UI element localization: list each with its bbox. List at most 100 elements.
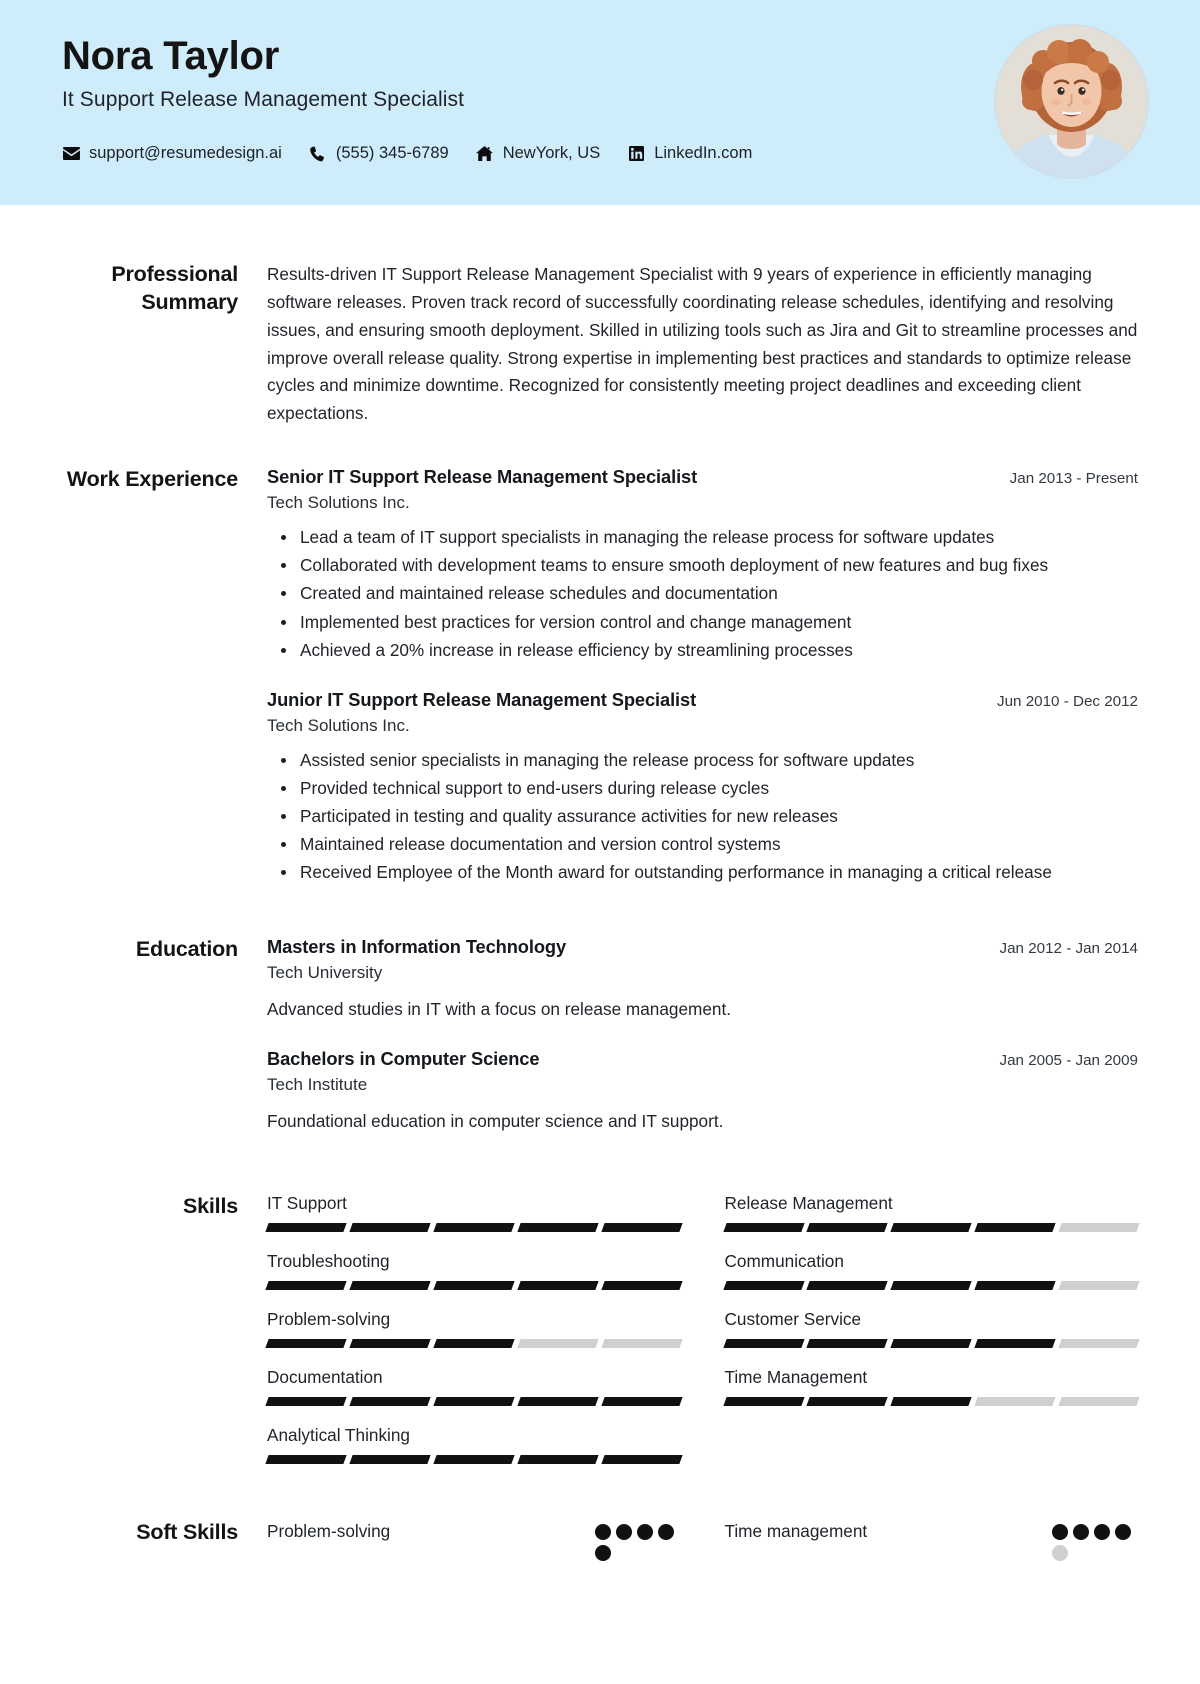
section-label-skills: Skills [183, 1194, 238, 1219]
skill-level-segment [517, 1223, 599, 1233]
contact-phone-text: (555) 345-6789 [335, 144, 449, 162]
skill-level-bar [265, 1281, 683, 1291]
skill-level-segment [722, 1339, 805, 1349]
skill-level-segment [600, 1339, 683, 1349]
skill-level-segment [265, 1223, 347, 1233]
skill-level-segment [1058, 1281, 1140, 1291]
soft-skill-label: Problem-solving [267, 1521, 391, 1542]
skill-level-segment [349, 1281, 431, 1291]
skill-level-segment [806, 1397, 888, 1407]
skill-level-segment [1058, 1339, 1140, 1349]
contact-location[interactable]: NewYork, US [476, 144, 600, 163]
soft-skill-level-dot [1073, 1524, 1089, 1541]
skill-level-segment [890, 1339, 972, 1349]
skill-level-bar [722, 1339, 1140, 1349]
education-entry-desc: Advanced studies in IT with a focus on r… [267, 998, 732, 1019]
skill-level-segment [1058, 1223, 1140, 1233]
work-entries: Senior IT Support Release Management Spe… [267, 466, 1138, 889]
skill-level-segment [722, 1397, 805, 1407]
skill-level-segment [433, 1223, 515, 1233]
skill-level-segment [974, 1223, 1056, 1233]
skill-item: Documentation [265, 1367, 683, 1407]
skill-level-segment [433, 1281, 515, 1291]
work-entry-date: Jun 2010 - Dec 2012 [996, 692, 1138, 710]
contact-linkedin[interactable]: LinkedIn.com [627, 144, 752, 163]
envelope-icon [62, 146, 80, 162]
list-item: Lead a team of IT support specialists in… [281, 524, 1138, 550]
list-item: Received Employee of the Month award for… [281, 859, 1138, 885]
resume-page: Nora Taylor It Support Release Managemen… [0, 0, 1200, 1684]
work-entry-org: Tech Solutions Inc. [267, 493, 410, 513]
contact-email[interactable]: support@resumedesign.ai [62, 144, 282, 163]
soft-skill-level-dots [1052, 1519, 1138, 1562]
soft-skills-grid: Problem-solving Time management [267, 1519, 1139, 1562]
skill-level-segment [600, 1281, 683, 1291]
education-entry-desc: Foundational education in computer scien… [267, 1111, 724, 1132]
skill-level-segment [517, 1397, 599, 1407]
skill-level-bar [265, 1397, 683, 1407]
skill-label: Troubleshooting [267, 1251, 390, 1272]
skill-item: IT Support [265, 1193, 683, 1233]
skill-level-segment [806, 1339, 888, 1349]
skill-item: Customer Service [722, 1309, 1140, 1349]
work-entry-title: Senior IT Support Release Management Spe… [267, 466, 698, 488]
education-entry-title: Bachelors in Computer Science [267, 1048, 540, 1070]
skill-label: Time Management [724, 1367, 868, 1388]
skill-level-segment [433, 1455, 515, 1465]
skill-level-bar [722, 1281, 1140, 1291]
summary-text: Results-driven IT Support Release Manage… [267, 264, 1138, 424]
soft-skill-level-dot [1052, 1524, 1068, 1541]
list-item: Achieved a 20% increase in release effic… [281, 637, 1138, 663]
contact-linkedin-text: LinkedIn.com [654, 144, 753, 162]
soft-skill-level-dot [1052, 1545, 1068, 1562]
section-soft-skills: Soft Skills Problem-solving Time manageme… [62, 1519, 1138, 1581]
soft-skill-level-dot [594, 1524, 611, 1541]
phone-icon [309, 145, 327, 162]
work-entry-date: Jan 2013 - Present [1009, 470, 1138, 488]
work-entry-bullets: Assisted senior specialists in managing … [267, 747, 1138, 886]
contact-phone[interactable]: (555) 345-6789 [309, 144, 449, 163]
avatar [995, 25, 1148, 178]
resume-body: Professional Summary Results-driven IT S… [0, 261, 1200, 1581]
skill-label: Communication [724, 1251, 844, 1272]
skill-label: Problem-solving [267, 1309, 391, 1330]
work-entry-title: Junior IT Support Release Management Spe… [267, 688, 697, 710]
skill-level-bar [722, 1223, 1140, 1233]
skill-level-segment [974, 1281, 1056, 1291]
list-item: Provided technical support to end-users … [281, 775, 1138, 801]
education-entries: Masters in Information Technology Jan 20… [267, 936, 1138, 1136]
skill-item: Analytical Thinking [265, 1425, 683, 1465]
skill-level-bar [722, 1397, 1140, 1407]
education-entry: Masters in Information Technology Jan 20… [267, 936, 1138, 1023]
skill-level-segment [600, 1397, 683, 1407]
soft-skill-level-dot [615, 1524, 632, 1541]
education-entry-org: Tech Institute [267, 1075, 368, 1095]
work-entry-org: Tech Solutions Inc. [267, 715, 410, 735]
skill-label: Customer Service [724, 1309, 862, 1330]
skill-level-segment [890, 1281, 972, 1291]
skill-level-segment [349, 1455, 431, 1465]
skill-level-segment [265, 1397, 347, 1407]
skill-level-segment [349, 1397, 431, 1407]
soft-skill-level-dot [1094, 1524, 1110, 1541]
list-item: Implemented best practices for version c… [281, 609, 1138, 635]
soft-skill-item: Time management [724, 1519, 1139, 1562]
skill-level-segment [722, 1223, 805, 1233]
section-label-education: Education [135, 936, 238, 961]
section-skills: Skills IT Support Release Management Troub… [62, 1193, 1140, 1483]
contact-email-text: support@resumedesign.ai [89, 144, 282, 162]
soft-skill-level-dot [657, 1524, 674, 1541]
work-entry: Senior IT Support Release Management Spe… [267, 466, 1138, 663]
soft-skill-label: Time management [724, 1521, 868, 1542]
skill-label: Documentation [267, 1367, 383, 1388]
education-entry: Bachelors in Computer Science Jan 2005 -… [267, 1048, 1138, 1135]
resume-header: Nora Taylor It Support Release Managemen… [0, 0, 1200, 205]
section-education: Education Masters in Information Technol… [62, 936, 1138, 1136]
skill-level-segment [600, 1223, 683, 1233]
section-professional-summary: Professional Summary Results-driven IT S… [62, 261, 1138, 428]
soft-skill-level-dot [594, 1545, 611, 1562]
skill-level-segment [433, 1397, 515, 1407]
education-entry-date: Jan 2012 - Jan 2014 [999, 939, 1138, 957]
skill-level-segment [349, 1223, 431, 1233]
skill-level-segment [806, 1281, 888, 1291]
